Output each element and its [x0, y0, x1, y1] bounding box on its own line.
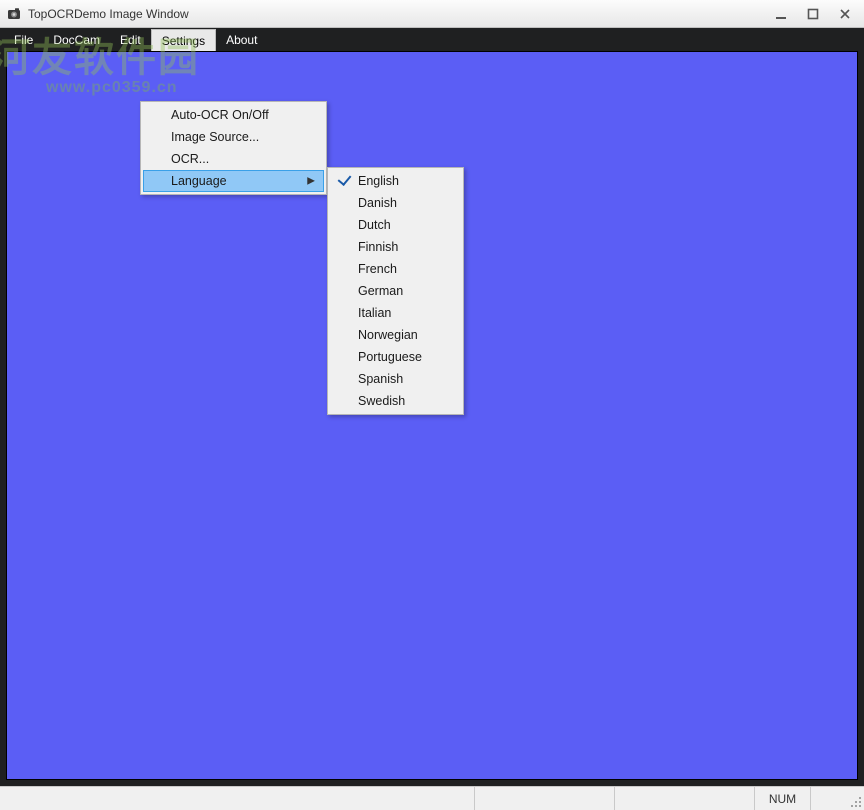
- language-item-label: German: [358, 284, 443, 298]
- language-item-swedish[interactable]: Swedish: [330, 390, 461, 412]
- settings-item-label: Image Source...: [171, 130, 306, 144]
- window-title: TopOCRDemo Image Window: [28, 7, 189, 21]
- menu-about-label: About: [226, 33, 257, 47]
- status-num-label: NUM: [769, 792, 796, 806]
- language-item-finnish[interactable]: Finnish: [330, 236, 461, 258]
- language-item-label: Dutch: [358, 218, 443, 232]
- language-item-dutch[interactable]: Dutch: [330, 214, 461, 236]
- language-item-label: French: [358, 262, 443, 276]
- menu-edit[interactable]: Edit: [110, 28, 151, 51]
- menu-doccam[interactable]: DocCam: [43, 28, 110, 51]
- status-spacer: [140, 787, 474, 810]
- language-item-label: Norwegian: [358, 328, 448, 342]
- menu-file-label: File: [14, 33, 33, 47]
- language-item-danish[interactable]: Danish: [330, 192, 461, 214]
- status-cell: [0, 787, 140, 810]
- language-item-label: Swedish: [358, 394, 443, 408]
- menu-settings-label: Settings: [162, 34, 205, 48]
- checkmark-icon: [340, 175, 348, 187]
- menu-doccam-label: DocCam: [53, 33, 100, 47]
- language-item-label: English: [358, 174, 443, 188]
- language-item-spanish[interactable]: Spanish: [330, 368, 461, 390]
- language-item-german[interactable]: German: [330, 280, 461, 302]
- app-icon: [6, 6, 22, 22]
- language-item-english[interactable]: English: [330, 170, 461, 192]
- menu-edit-label: Edit: [120, 33, 141, 47]
- close-button[interactable]: [838, 7, 852, 21]
- menu-settings[interactable]: Settings: [151, 29, 216, 51]
- status-cell: [474, 787, 614, 810]
- language-item-label: Danish: [358, 196, 443, 210]
- language-item-label: Italian: [358, 306, 443, 320]
- menu-file[interactable]: File: [4, 28, 43, 51]
- language-item-norwegian[interactable]: Norwegian: [330, 324, 461, 346]
- settings-item-label: Auto-OCR On/Off: [171, 108, 306, 122]
- language-item-label: Finnish: [358, 240, 443, 254]
- window-controls: [774, 7, 858, 21]
- settings-dropdown: Auto-OCR On/Off Image Source... OCR... L…: [140, 101, 327, 195]
- minimize-button[interactable]: [774, 7, 788, 21]
- client-area: 河友软件园 www.pc0359.cn Auto-OCR On/Off Imag…: [0, 51, 864, 786]
- maximize-button[interactable]: [806, 7, 820, 21]
- language-item-french[interactable]: French: [330, 258, 461, 280]
- menu-about[interactable]: About: [216, 28, 267, 51]
- status-cell: [614, 787, 754, 810]
- language-item-italian[interactable]: Italian: [330, 302, 461, 324]
- settings-item-ocr[interactable]: OCR...: [143, 148, 324, 170]
- title-bar: TopOCRDemo Image Window: [0, 0, 864, 28]
- resize-grip-icon[interactable]: [846, 787, 864, 810]
- language-item-portuguese[interactable]: Portuguese: [330, 346, 461, 368]
- settings-item-auto-ocr[interactable]: Auto-OCR On/Off: [143, 104, 324, 126]
- settings-item-language[interactable]: Language ▶: [143, 170, 324, 192]
- status-cell: [810, 787, 846, 810]
- status-bar: NUM: [0, 786, 864, 810]
- settings-item-label: OCR...: [171, 152, 306, 166]
- language-item-label: Portuguese: [358, 350, 452, 364]
- status-num: NUM: [754, 787, 810, 810]
- submenu-arrow-icon: ▶: [307, 176, 315, 187]
- settings-item-image-source[interactable]: Image Source...: [143, 126, 324, 148]
- menu-bar: File DocCam Edit Settings About: [0, 28, 864, 51]
- language-submenu: English Danish Dutch Finnish French Germ…: [327, 167, 464, 415]
- language-item-label: Spanish: [358, 372, 443, 386]
- settings-item-label: Language: [171, 174, 305, 188]
- image-canvas[interactable]: [6, 51, 858, 780]
